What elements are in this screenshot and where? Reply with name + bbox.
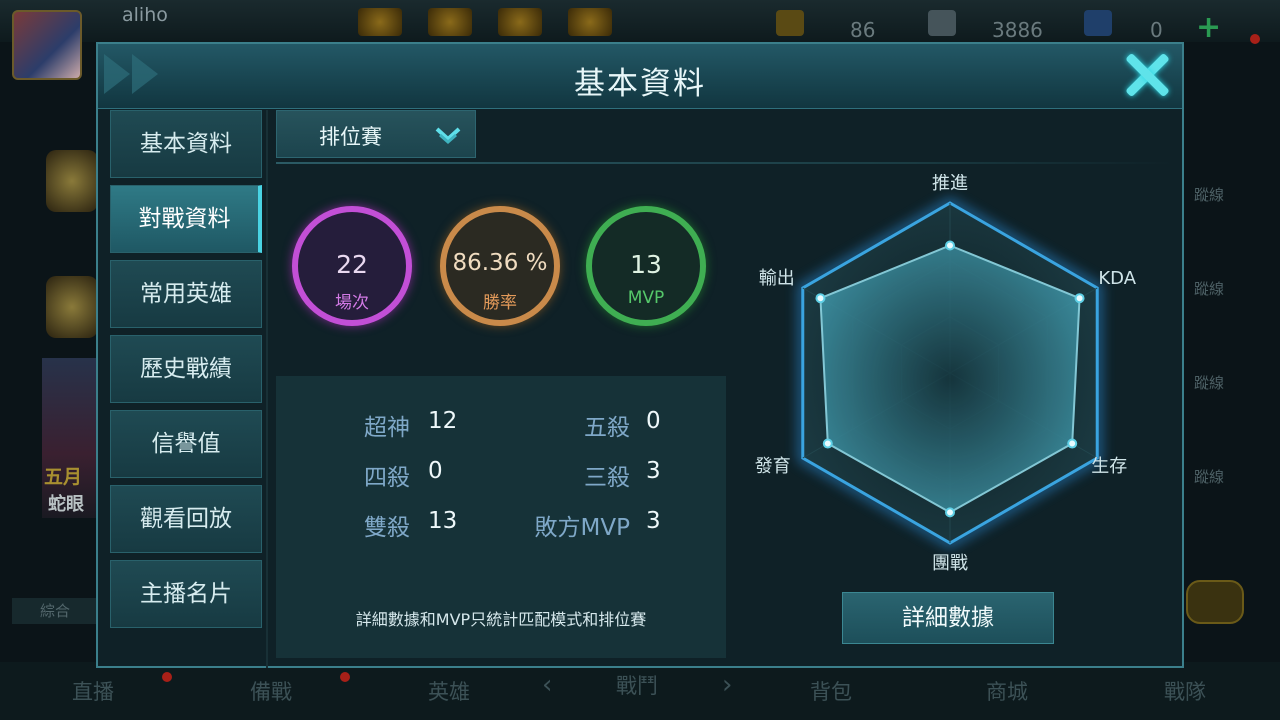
stat-value: 13 — [428, 508, 458, 534]
matches-label: 場次 — [335, 293, 369, 313]
side-label: 蹤線 — [1194, 186, 1225, 204]
sidebar-item-credit[interactable]: 信譽值 — [110, 410, 262, 478]
radar-axis-label: 輸出 — [759, 268, 795, 289]
card-icon — [776, 10, 804, 36]
hero-title: 蛇眼 — [48, 494, 84, 515]
radar-axis-label: 推進 — [932, 174, 968, 194]
win-rate-circle: 86.36 % 勝率 — [440, 206, 560, 326]
hero-card[interactable] — [46, 150, 98, 212]
hero-name: 五月 — [44, 466, 83, 488]
divider — [266, 110, 268, 668]
stat-value: 0 — [428, 458, 443, 484]
nav-heroes[interactable]: 英雄 — [428, 676, 470, 706]
radar-point-1 — [945, 240, 955, 251]
sidebar-item-history[interactable]: 歷史戰績 — [110, 335, 262, 403]
chevron-left-icon: ‹ — [542, 670, 553, 700]
stat-label: 雙殺 — [364, 515, 410, 541]
avatar[interactable] — [12, 10, 82, 80]
chevron-down-icon — [435, 127, 461, 144]
stat-value: 3 — [646, 458, 661, 484]
stat-label: 四殺 — [364, 465, 410, 491]
add-icon[interactable]: + — [1196, 10, 1221, 45]
divider — [276, 162, 1172, 164]
matches-circle: 22 場次 — [292, 206, 412, 326]
sidebar-item-streamer-card[interactable]: 主播名片 — [110, 560, 262, 628]
sidebar-item-battle-data[interactable]: 對戰資料 — [110, 185, 262, 253]
resource-value: 86 — [850, 18, 876, 42]
mvp-label: MVP — [627, 288, 665, 308]
radar-axis-label: 團戰 — [932, 553, 968, 574]
mode-dropdown[interactable]: 排位賽 — [276, 110, 476, 158]
radar-axis-label: 發育 — [755, 456, 791, 477]
nav-live[interactable]: 直播 — [72, 676, 114, 706]
sidebar-item-replay[interactable]: 觀看回放 — [110, 485, 262, 553]
mask-icon[interactable] — [498, 8, 542, 36]
radar-point-2 — [1074, 293, 1085, 304]
gamepad-icon[interactable] — [1186, 580, 1244, 624]
radar-chart: 推進 KDA 生存團戰 發育 輸出 — [755, 174, 1137, 574]
stat-value: 12 — [428, 408, 458, 434]
radar-axis-label: KDA — [1098, 268, 1136, 289]
notification-dot — [340, 672, 350, 682]
chevron-right-icon: › — [722, 670, 733, 700]
resource-value: 3886 — [992, 18, 1043, 42]
nav-shop[interactable]: 商城 — [986, 676, 1028, 706]
side-label: 蹤線 — [1194, 468, 1225, 486]
stat-label: 超神 — [364, 415, 410, 441]
nav-battle[interactable]: 戰鬥 — [616, 670, 658, 700]
matches-value: 22 — [336, 250, 368, 279]
radar-point-5 — [822, 438, 833, 449]
footnote: 詳細數據和MVP只統計匹配模式和排位賽 — [355, 610, 647, 629]
radar-axis-label: 生存 — [1091, 456, 1127, 477]
notification-dot — [162, 672, 172, 682]
stats-panel: 超神 12 五殺 0 四殺 0 三殺 3 雙殺 13 敗方MVP 3 詳細數據和… — [276, 376, 726, 658]
stat-label: 五殺 — [584, 415, 630, 441]
side-label: 蹤線 — [1194, 374, 1225, 392]
profile-modal: 基本資料 基本資料 對戰資料 常用英雄 歷史戰績 信譽值 觀看回放 主播名片 排… — [96, 42, 1184, 668]
hero-card[interactable] — [46, 276, 98, 338]
stat-value: 0 — [646, 408, 661, 434]
radar-point-4 — [945, 507, 955, 518]
nav-team[interactable]: 戰隊 — [1164, 676, 1206, 706]
stat-label: 敗方MVP — [534, 515, 630, 541]
sidebar-item-basic-info[interactable]: 基本資料 — [110, 110, 262, 178]
detail-data-button[interactable]: 詳細數據 — [842, 592, 1054, 644]
close-icon[interactable] — [1122, 50, 1172, 100]
emblem-icon[interactable] — [568, 8, 612, 36]
mvp-value: 13 — [630, 250, 662, 279]
modal-title: 基本資料 — [574, 66, 706, 102]
win-rate-value: 86.36 % — [452, 250, 548, 276]
nav-prepare[interactable]: 備戰 — [250, 676, 292, 706]
win-rate-label: 勝率 — [483, 293, 517, 313]
sidebar-item-common-heroes[interactable]: 常用英雄 — [110, 260, 262, 328]
stat-label: 三殺 — [584, 465, 630, 491]
modal-header: 基本資料 — [98, 44, 1182, 109]
swords-icon — [928, 10, 956, 36]
radar-point-3 — [1067, 438, 1078, 449]
radar-point-6 — [815, 293, 826, 304]
notification-dot — [1250, 34, 1260, 44]
username: aliho — [122, 4, 168, 26]
gem-icon — [1084, 10, 1112, 36]
trophy-icon[interactable] — [358, 8, 402, 36]
mode-label: 排位賽 — [319, 125, 382, 149]
tab-zonghe[interactable]: 綜合 — [12, 598, 98, 624]
resource-value: 0 — [1150, 18, 1163, 42]
stat-value: 3 — [646, 508, 661, 534]
nav-bag[interactable]: 背包 — [810, 676, 852, 706]
side-label: 蹤線 — [1194, 280, 1225, 298]
mvp-circle: 13 MVP — [586, 206, 706, 326]
crown-icon[interactable] — [428, 8, 472, 36]
